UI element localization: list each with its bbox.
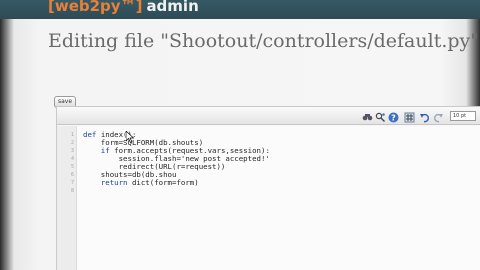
line-number: 8 (70, 188, 74, 194)
brand-admin: admin (146, 0, 199, 15)
line-number: 1 (70, 132, 74, 138)
svg-text:?: ? (391, 113, 396, 122)
wrap-icon[interactable] (404, 110, 415, 123)
code-line: return dict(form=form) (83, 179, 199, 187)
line-number: 2 (70, 140, 74, 146)
help-icon[interactable]: ? (388, 110, 399, 123)
undo-icon[interactable] (419, 110, 430, 123)
code-text: dict(form=form) (131, 178, 199, 187)
line-number: 3 (70, 148, 74, 154)
line-number: 7 (70, 180, 74, 186)
page-title: Editing file "Shootout/controllers/defau… (48, 30, 480, 52)
code-keyword: return (83, 178, 132, 187)
line-number-gutter: 1 2 3 4 5 6 7 8 (57, 126, 77, 270)
line-number: 5 (70, 164, 74, 170)
code-editor: ? 10 pt 1 2 3 4 5 6 7 8 def index(): for… (56, 106, 480, 270)
find-replace-icon[interactable] (375, 110, 386, 122)
font-size-select[interactable]: 10 pt (450, 111, 476, 121)
line-number: 4 (70, 156, 74, 162)
search-icon[interactable] (362, 110, 373, 121)
redo-icon[interactable] (433, 110, 444, 123)
mouse-cursor-icon (125, 130, 135, 143)
line-number: 6 (70, 172, 74, 178)
brand-web2py: [web2py™] (48, 0, 143, 15)
app-header: [web2py™] admin (0, 0, 480, 19)
brand-logo[interactable]: [web2py™] admin (48, 0, 199, 16)
screen: [web2py™] admin Editing file "Shootout/co… (0, 0, 480, 270)
code-area[interactable]: 1 2 3 4 5 6 7 8 def index(): form=SQLFOR… (57, 126, 480, 270)
editor-toolbar: ? 10 pt (57, 107, 480, 125)
